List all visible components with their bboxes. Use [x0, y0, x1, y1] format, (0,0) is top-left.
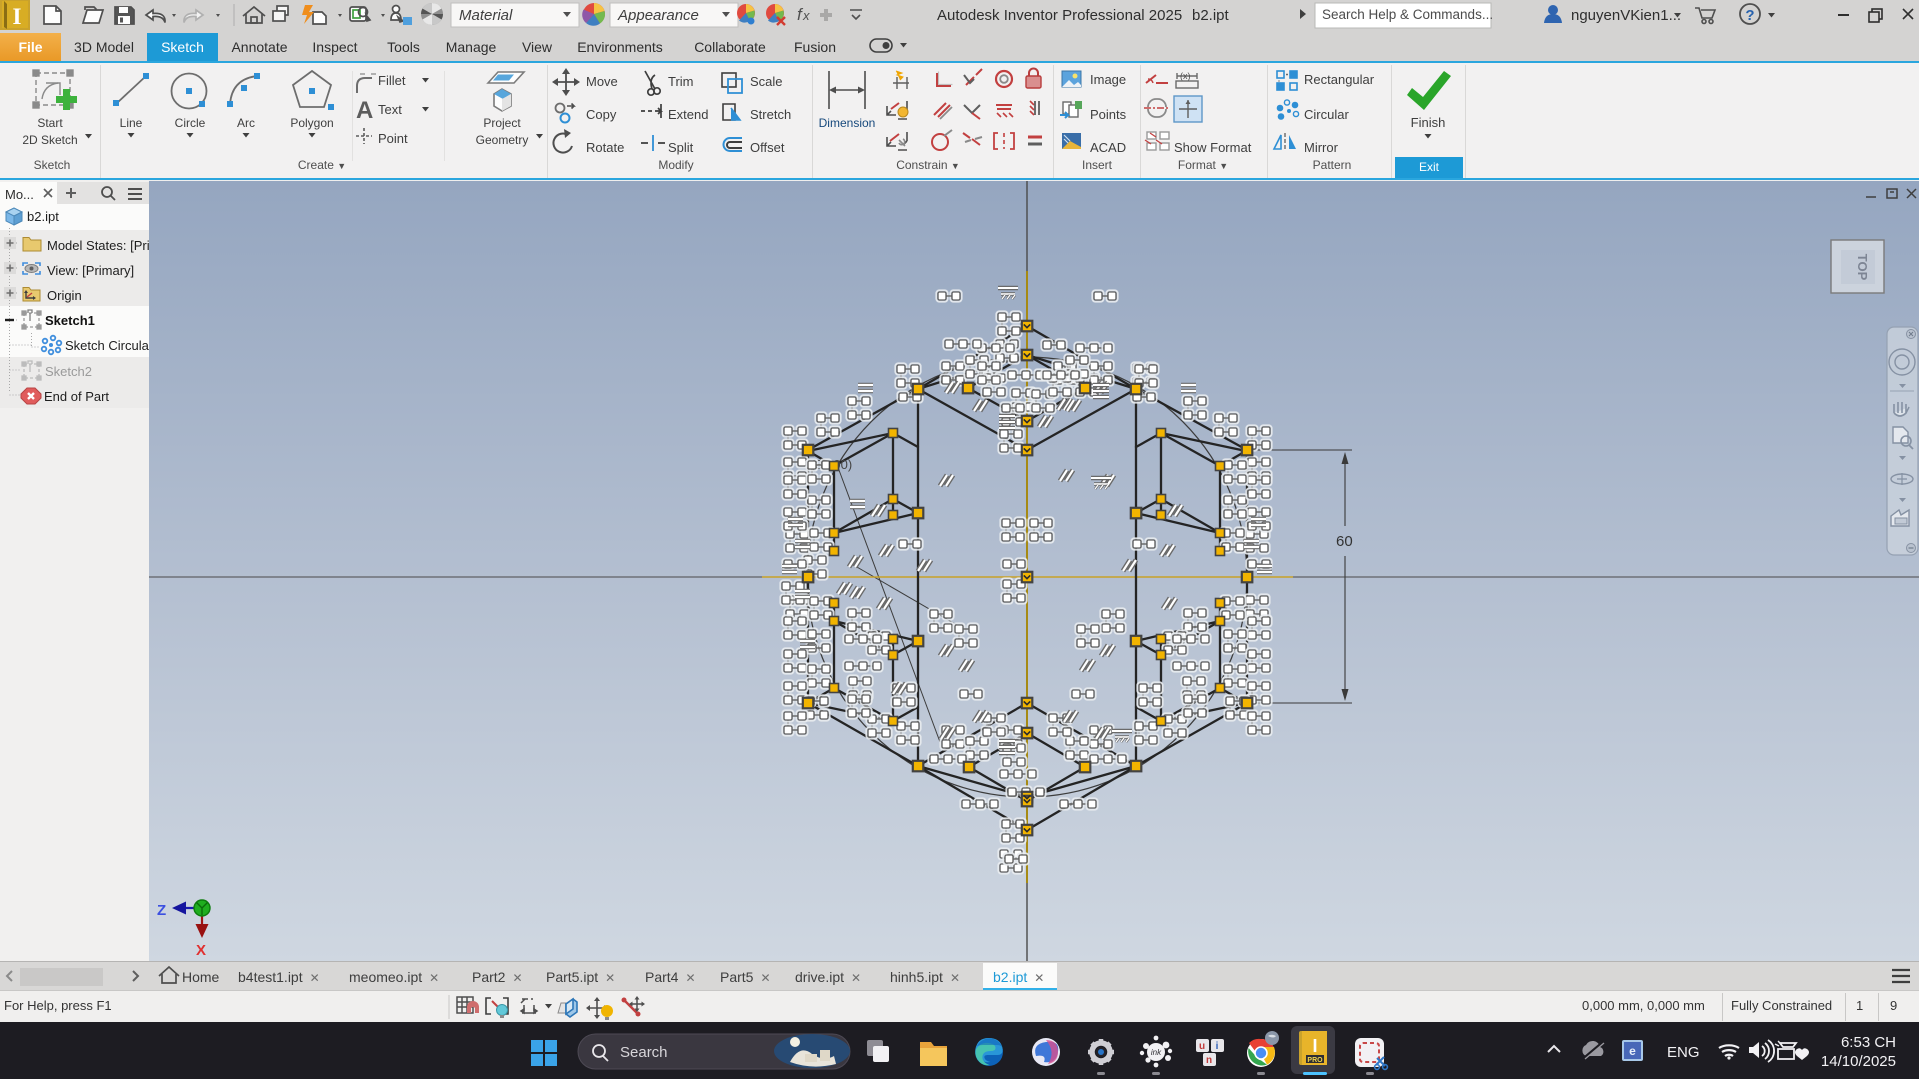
svg-text:Origin: Origin	[47, 288, 82, 303]
svg-text:Show Format: Show Format	[1174, 140, 1252, 155]
svg-text:Search Help & Commands...: Search Help & Commands...	[1322, 7, 1493, 22]
svg-text:A: A	[356, 97, 373, 124]
svg-text:Project: Project	[483, 116, 521, 130]
svg-text:Polygon: Polygon	[290, 116, 333, 130]
svg-text:nguyenVKien1...: nguyenVKien1...	[1571, 7, 1681, 24]
svg-text:Autodesk Inventor Professional: Autodesk Inventor Professional 2025	[937, 7, 1182, 24]
svg-text:Finish: Finish	[1411, 115, 1446, 130]
svg-text:Circular: Circular	[1304, 107, 1349, 122]
svg-text:Z: Z	[157, 902, 166, 919]
svg-text:Copy: Copy	[586, 107, 617, 122]
svg-text:Fillet: Fillet	[378, 73, 406, 88]
svg-text:Scale: Scale	[750, 74, 783, 89]
svg-text:Appearance: Appearance	[617, 7, 699, 24]
svg-text:End of Part: End of Part	[44, 389, 109, 404]
svg-text:6:53 CH: 6:53 CH	[1841, 1034, 1896, 1051]
svg-text:e: e	[1629, 1044, 1636, 1058]
svg-text:b2.ipt: b2.ipt	[1192, 7, 1230, 24]
svg-text:Points: Points	[1090, 107, 1127, 122]
svg-text:Offset: Offset	[750, 140, 785, 155]
svg-text:ENG: ENG	[1667, 1044, 1700, 1061]
svg-text:Sketch1: Sketch1	[45, 313, 95, 328]
svg-text:Trim: Trim	[668, 74, 694, 89]
svg-text:Split: Split	[668, 140, 694, 155]
svg-text:Text: Text	[378, 102, 402, 117]
svg-text:Arc: Arc	[237, 116, 255, 130]
svg-text:x: x	[802, 8, 810, 23]
svg-text:n: n	[1206, 1055, 1212, 1066]
svg-text:Line: Line	[120, 116, 143, 130]
svg-text:Extend: Extend	[668, 107, 708, 122]
svg-text:Material: Material	[459, 7, 513, 24]
svg-text:Image: Image	[1090, 72, 1126, 87]
svg-text:I: I	[1312, 1036, 1317, 1056]
svg-text:Point: Point	[378, 131, 408, 146]
svg-text:ink: ink	[1151, 1048, 1162, 1057]
svg-text:PRO: PRO	[1307, 1057, 1323, 1064]
svg-text:X: X	[196, 942, 206, 959]
svg-text:Geometry: Geometry	[476, 133, 529, 147]
svg-text:TOP: TOP	[1855, 254, 1870, 281]
svg-text:Dimension: Dimension	[819, 116, 876, 130]
svg-text:Stretch: Stretch	[750, 107, 791, 122]
svg-text:Circle: Circle	[175, 116, 206, 130]
svg-text:i: i	[1216, 1041, 1219, 1052]
svg-text:Mirror: Mirror	[1304, 140, 1339, 155]
svg-text:?: ?	[1745, 7, 1754, 24]
svg-text:(x): (x)	[1180, 71, 1191, 81]
svg-text:Model States: [Pri: Model States: [Pri	[47, 238, 149, 253]
svg-text:Rotate: Rotate	[586, 140, 624, 155]
svg-text:60: 60	[1336, 533, 1353, 550]
svg-text:2D Sketch: 2D Sketch	[22, 133, 77, 147]
svg-text:Sketch2: Sketch2	[45, 364, 92, 379]
svg-text:Search: Search	[620, 1044, 668, 1061]
svg-text:u: u	[1199, 1041, 1205, 1052]
svg-text:Mo...: Mo...	[5, 187, 34, 202]
svg-text:14/10/2025: 14/10/2025	[1821, 1053, 1896, 1070]
svg-text:ACAD: ACAD	[1090, 140, 1126, 155]
svg-text:Move: Move	[586, 74, 618, 89]
svg-text:Sketch Circula: Sketch Circula	[65, 338, 149, 353]
svg-text:I: I	[13, 4, 22, 29]
svg-text:View: [Primary]: View: [Primary]	[47, 263, 134, 278]
svg-text:b2.ipt: b2.ipt	[27, 209, 59, 224]
svg-text:Rectangular: Rectangular	[1304, 72, 1375, 87]
svg-text:Start: Start	[37, 116, 63, 130]
